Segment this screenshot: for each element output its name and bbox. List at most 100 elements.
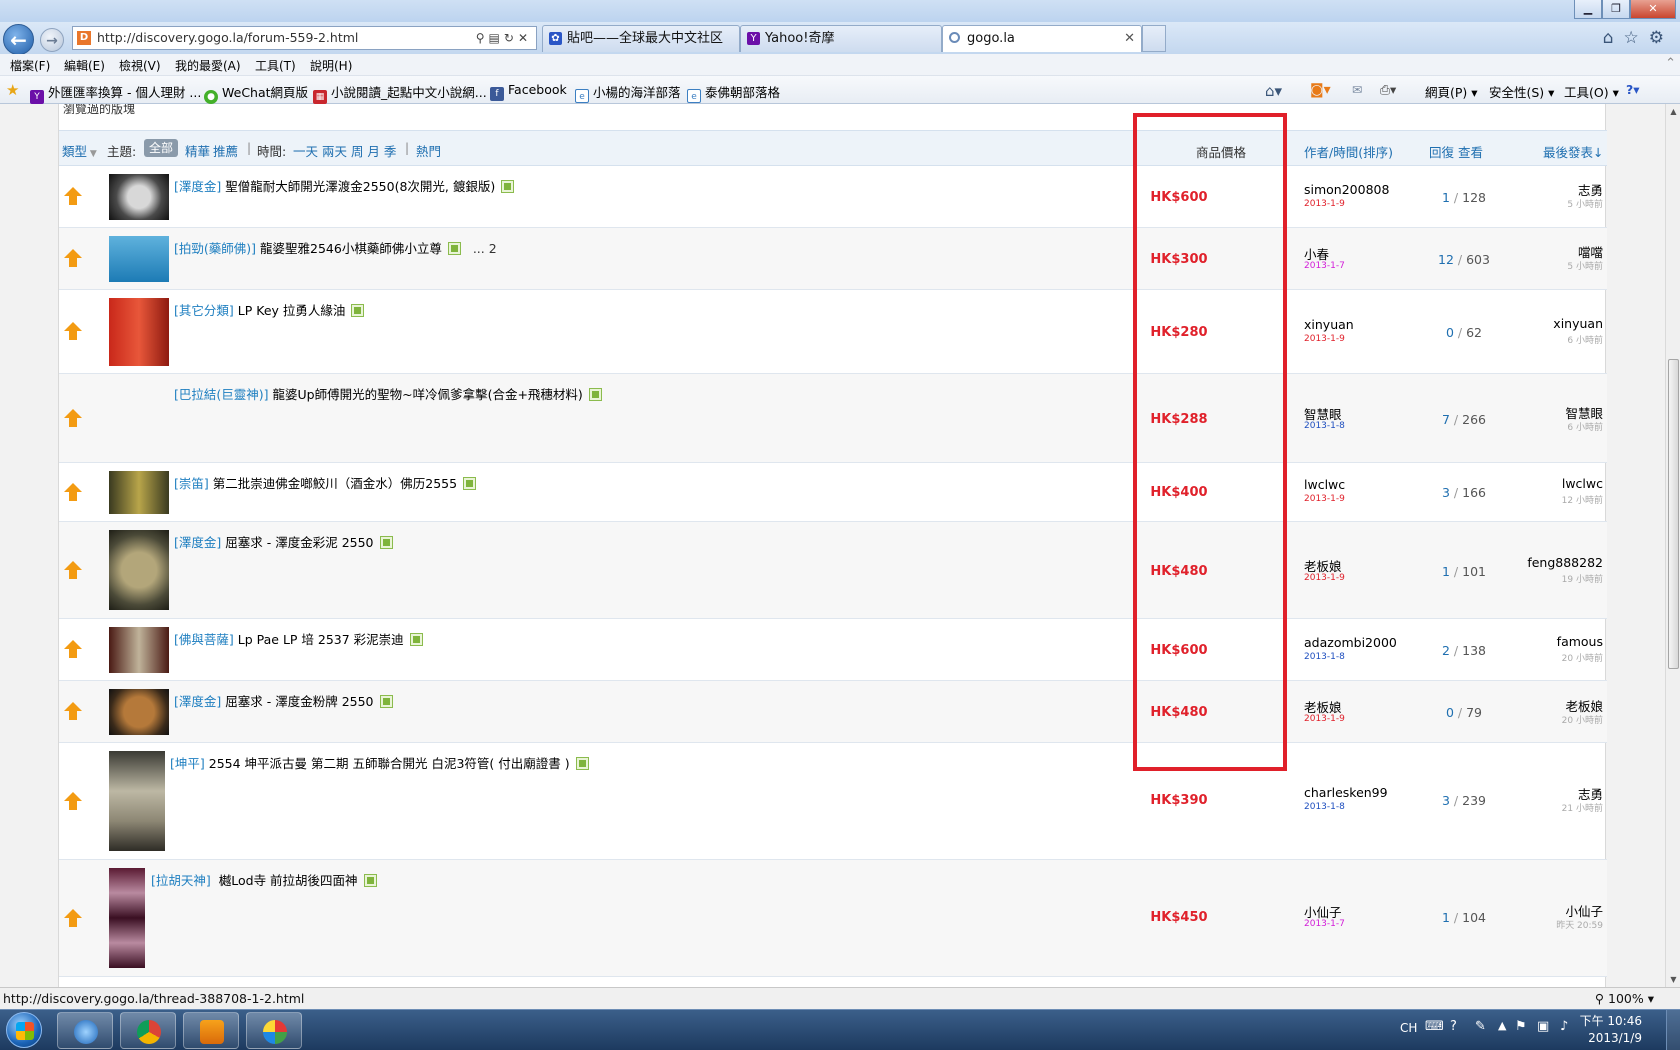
- home-icon[interactable]: ⌂▾: [1265, 82, 1282, 100]
- replies-column-header[interactable]: 回復 查看: [1429, 142, 1483, 161]
- menu-favorites[interactable]: 我的最愛(A): [175, 57, 241, 74]
- last-poster[interactable]: famous: [1479, 634, 1603, 649]
- command-tools[interactable]: 工具(O) ▾: [1564, 82, 1619, 101]
- clock-date: 2013/1/9: [1588, 1031, 1642, 1045]
- up-arrow-icon: [63, 248, 83, 268]
- vertical-scrollbar[interactable]: ▲ ▼: [1665, 104, 1680, 987]
- filter-hot[interactable]: 熱門: [416, 141, 441, 160]
- filter-recommend[interactable]: 推薦: [213, 141, 238, 160]
- command-safety[interactable]: 安全性(S) ▾: [1489, 82, 1554, 101]
- thread-thumbnail[interactable]: [109, 751, 165, 851]
- forward-button[interactable]: →: [40, 28, 64, 52]
- volume-icon[interactable]: ♪: [1560, 1019, 1568, 1034]
- menu-help[interactable]: 說明(H): [310, 57, 352, 74]
- scroll-thumb[interactable]: [1668, 359, 1679, 669]
- back-button[interactable]: ←: [3, 24, 34, 55]
- menu-overflow-icon[interactable]: ⌃: [1665, 56, 1676, 71]
- minimize-button[interactable]: ▁: [1574, 0, 1602, 19]
- scroll-down-icon[interactable]: ▼: [1666, 972, 1680, 987]
- restore-button[interactable]: ❐: [1602, 0, 1630, 19]
- thread-thumbnail[interactable]: [109, 868, 145, 968]
- filter-all[interactable]: 全部: [144, 139, 179, 157]
- flag-icon[interactable]: ⚑: [1515, 1019, 1527, 1034]
- filter-digest[interactable]: 精華: [185, 141, 210, 160]
- last-poster[interactable]: lwclwc: [1479, 476, 1603, 491]
- scroll-up-icon[interactable]: ▲: [1666, 104, 1680, 119]
- rss-icon[interactable]: ◙▾: [1310, 82, 1331, 98]
- tab-tieba[interactable]: ✿ 貼吧——全球最大中文社区: [542, 25, 740, 52]
- tab-yahoo[interactable]: Y Yahoo!奇摩: [740, 25, 942, 52]
- stop-icon[interactable]: ✕: [518, 31, 532, 45]
- thread-title[interactable]: [澤度金] 聖僧龍耐大師開光澤渡金2550(8次開光, 鍍銀版): [174, 176, 515, 195]
- thread-thumbnail[interactable]: [109, 471, 169, 514]
- thread-thumbnail[interactable]: [109, 530, 169, 610]
- show-desktop-button[interactable]: [1666, 1010, 1680, 1050]
- taskbar-chrome[interactable]: [120, 1012, 176, 1049]
- thread-thumbnail[interactable]: [109, 298, 169, 366]
- clock[interactable]: 下午 10:46 2013/1/9: [1580, 1013, 1642, 1047]
- thread-title[interactable]: [拍勁(藥師佛)] 龍婆聖雅2546小棋藥師佛小立尊... 2: [174, 238, 497, 257]
- print-icon[interactable]: ⎙▾: [1380, 82, 1396, 98]
- zoom-level[interactable]: ⚲ 100% ▾: [1595, 991, 1654, 1006]
- author-name[interactable]: lwclwc: [1304, 477, 1345, 492]
- taskbar-ie[interactable]: [57, 1012, 113, 1049]
- command-page[interactable]: 網頁(P) ▾: [1425, 82, 1478, 101]
- favorites-star-icon[interactable]: ★: [6, 81, 19, 99]
- type-filter[interactable]: 類型 ▼: [62, 141, 97, 160]
- last-post-column-header[interactable]: 最後發表↓: [1543, 142, 1603, 161]
- thread-title[interactable]: [澤度金] 屈塞求 - 澤度金彩泥 2550: [174, 532, 393, 551]
- menu-tools[interactable]: 工具(T): [255, 57, 296, 74]
- refresh-icon[interactable]: ↻: [504, 31, 518, 45]
- show-hidden-icons-icon[interactable]: ▲: [1498, 1019, 1506, 1032]
- thread-title[interactable]: [佛與菩薩] Lp Pae LP 培 2537 彩泥崇迪: [174, 629, 423, 648]
- favorite-link[interactable]: ● WeChat網頁版: [204, 82, 308, 104]
- thread-thumbnail[interactable]: [109, 236, 169, 282]
- close-window-button[interactable]: ✕: [1630, 0, 1676, 19]
- thread-thumbnail[interactable]: [109, 627, 169, 673]
- menu-edit[interactable]: 編輯(E): [64, 57, 105, 74]
- tab-gogo[interactable]: gogo.la ✕: [942, 25, 1142, 52]
- thread-title[interactable]: [巴拉結(巨靈神)] 龍婆Up師傅開光的聖物~咩冷佩爹拿擊(合金+飛穗材料): [174, 384, 602, 403]
- close-tab-icon[interactable]: ✕: [1124, 26, 1135, 51]
- last-poster[interactable]: feng888282: [1479, 555, 1603, 570]
- mail-icon[interactable]: ✉: [1352, 82, 1362, 97]
- language-indicator[interactable]: CH: [1400, 1021, 1417, 1035]
- page-link[interactable]: ... 2: [473, 241, 497, 256]
- help-icon[interactable]: ?: [1450, 1019, 1457, 1034]
- compatibility-icon[interactable]: ▤: [489, 31, 504, 45]
- search-icon[interactable]: ⚲: [476, 31, 489, 45]
- author-name[interactable]: charlesken99: [1304, 785, 1388, 800]
- thread-title[interactable]: [其它分類] LP Key 拉勇人緣油: [174, 300, 365, 319]
- home-icon[interactable]: ⌂: [1603, 28, 1624, 48]
- gear-icon[interactable]: ⚙: [1649, 28, 1674, 48]
- thread-thumbnail[interactable]: [109, 174, 169, 220]
- time-options[interactable]: 一天 兩天 周 月 季: [293, 141, 396, 160]
- favorite-link[interactable]: Y 外匯匯率換算 - 個人理財 ...: [30, 82, 201, 104]
- favorites-star-icon[interactable]: ☆: [1624, 28, 1649, 48]
- author-name[interactable]: xinyuan: [1304, 317, 1354, 332]
- favorite-link[interactable]: ▦ 小說閱讀_起點中文小說網...: [313, 82, 487, 104]
- thread-title[interactable]: [澤度金] 屈塞求 - 澤度金粉牌 2550: [174, 691, 393, 710]
- favorite-link[interactable]: e 小楊的海洋部落: [575, 82, 681, 103]
- thread-title[interactable]: [崇笛] 第二批崇迪佛金啷鮫川（酒金水）佛历2555: [174, 473, 477, 492]
- thread-thumbnail[interactable]: [109, 689, 169, 735]
- taskbar-paint[interactable]: [246, 1012, 302, 1049]
- taskbar-media-player[interactable]: [183, 1012, 239, 1049]
- address-bar[interactable]: D http://discovery.gogo.la/forum-559-2.h…: [72, 26, 537, 50]
- author-name[interactable]: adazombi2000: [1304, 635, 1397, 650]
- last-poster[interactable]: xinyuan: [1479, 316, 1603, 331]
- thread-title[interactable]: [拉胡天神] 樾Lod寺 前拉胡後四面神: [151, 870, 377, 889]
- input-method-icon[interactable]: ✎: [1475, 1019, 1486, 1034]
- author-name[interactable]: simon200808: [1304, 182, 1389, 197]
- keyboard-icon[interactable]: ⌨: [1425, 1019, 1444, 1034]
- menu-view[interactable]: 檢視(V): [119, 57, 161, 74]
- network-icon[interactable]: ▣: [1537, 1019, 1549, 1034]
- thread-title[interactable]: [坤平] 2554 坤平派古曼 第二期 五師聯合開光 白泥3符管( 付出廟證書 ): [170, 753, 589, 772]
- start-button[interactable]: [6, 1012, 42, 1048]
- help-icon[interactable]: ?▾: [1626, 82, 1640, 97]
- new-tab-button[interactable]: [1142, 25, 1166, 52]
- favorite-link[interactable]: e 泰佛朝部落格: [687, 82, 780, 103]
- menu-file[interactable]: 檔案(F): [10, 57, 50, 74]
- author-column-header[interactable]: 作者/時間(排序): [1304, 142, 1393, 161]
- favorite-link[interactable]: f Facebook: [490, 82, 567, 101]
